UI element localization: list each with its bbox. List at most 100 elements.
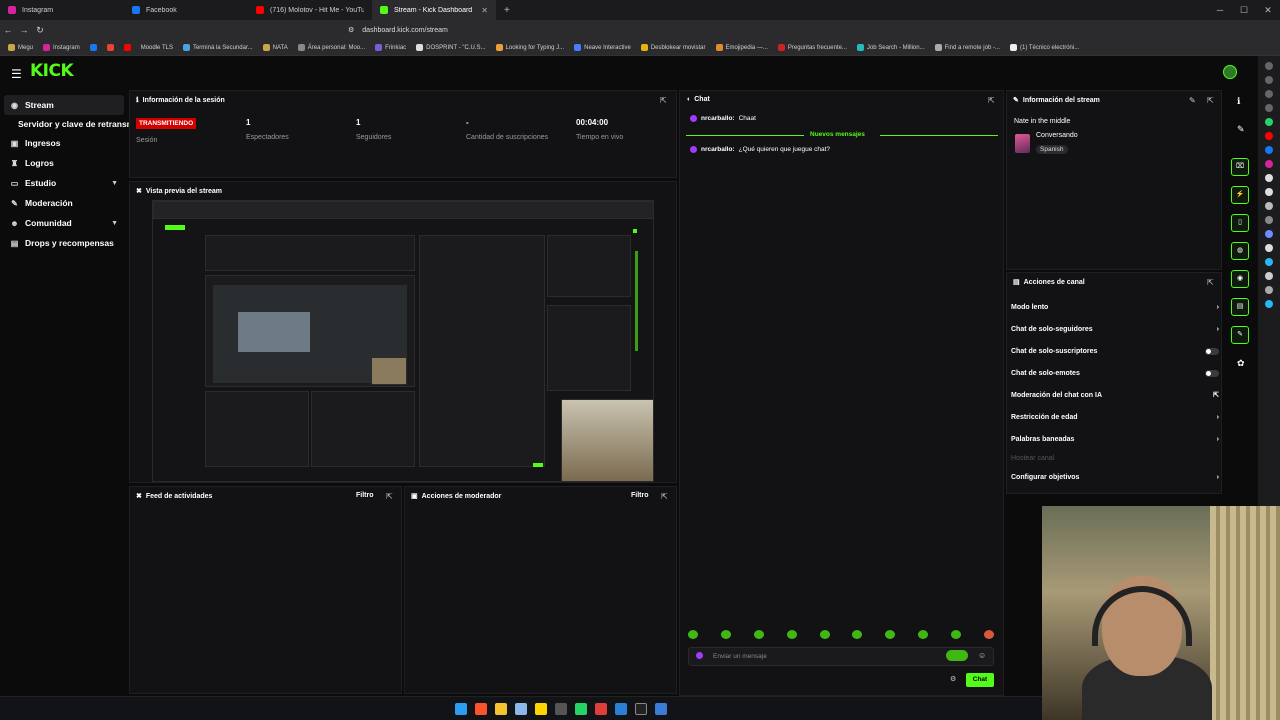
bookmark-item[interactable]: Preguntas frecuente...	[777, 44, 847, 51]
bookmark-item[interactable]: Job Search - Million...	[856, 44, 925, 51]
popout-icon[interactable]: ⇱	[386, 492, 393, 501]
pencil-icon[interactable]: ✎	[1237, 124, 1245, 135]
forward-icon[interactable]: →	[16, 25, 32, 35]
github-icon[interactable]	[1265, 174, 1273, 182]
bookmark-item[interactable]: Desblokear movistar	[640, 44, 706, 51]
app-icon[interactable]	[1265, 230, 1273, 238]
popout-icon[interactable]: ⇱	[660, 96, 667, 105]
close-window-button[interactable]: ✕	[1256, 0, 1280, 20]
bookmark-item[interactable]	[123, 44, 131, 51]
app-icon[interactable]	[1265, 272, 1273, 280]
kick-logo[interactable]: KICK	[30, 61, 74, 81]
close-tab-icon[interactable]: ✕	[481, 6, 488, 15]
emote-picker-icon[interactable]	[946, 650, 968, 661]
chat-settings-icon[interactable]: ⚙	[950, 675, 956, 683]
action-configure-goals[interactable]: Configurar objetivos ›	[1011, 470, 1219, 484]
file-explorer-icon[interactable]	[495, 702, 507, 715]
filter-button[interactable]: Filtro	[631, 492, 649, 499]
whatsapp-icon[interactable]	[1265, 118, 1273, 126]
app-icon[interactable]	[1265, 202, 1273, 210]
popout-icon[interactable]: ⇱	[1207, 96, 1214, 105]
bookmark-item[interactable]: Emojipedia —...	[715, 44, 768, 51]
emote-icon[interactable]	[885, 630, 896, 639]
action-banned-words[interactable]: Palabras baneadas ›	[1011, 432, 1219, 446]
app-icon[interactable]	[1265, 216, 1273, 224]
bookmark-item[interactable]: Terminá la Secundar...	[182, 44, 253, 51]
wrench-icon[interactable]: ✎	[1231, 326, 1249, 344]
message-icon[interactable]: ◍	[1231, 242, 1249, 260]
document-icon[interactable]: ▯	[1231, 214, 1249, 232]
bookmark-item[interactable]	[89, 44, 97, 51]
bookmark-item[interactable]: Área personal: Moo...	[297, 44, 365, 51]
youtube-icon[interactable]	[1265, 132, 1273, 140]
send-chat-button[interactable]: Chat	[966, 673, 994, 687]
settings-icon[interactable]: ✿	[1237, 358, 1245, 369]
sidebar-item-logros[interactable]: ♜ Logros	[4, 153, 124, 173]
menu-icon[interactable]	[1265, 62, 1273, 70]
browser-tab-kick[interactable]: Stream - Kick Dashboard ✕	[372, 0, 496, 20]
emote-icon[interactable]	[720, 630, 731, 639]
app-icon[interactable]	[1265, 286, 1273, 294]
emote-icon[interactable]	[786, 630, 797, 639]
bookmark-item[interactable]: Moodle TLS	[141, 45, 173, 51]
site-info-icon[interactable]: ⚙	[348, 26, 354, 34]
hamburger-menu-icon[interactable]: ☰	[11, 67, 22, 81]
back-icon[interactable]: ←	[0, 25, 16, 35]
app-icon[interactable]	[1265, 258, 1273, 266]
bookmark-item[interactable]: Neave Interactive	[574, 44, 631, 51]
sidebar-item-moderacion[interactable]: ✎ Moderación	[4, 193, 124, 213]
emoji-icon[interactable]: ☺	[978, 651, 986, 660]
sidebar-item-comunidad[interactable]: ☻ Comunidad ▼	[4, 213, 124, 233]
bookmark-item[interactable]: Frinkiac	[375, 44, 406, 51]
instagram-icon[interactable]	[1265, 160, 1273, 168]
emote-icon[interactable]	[918, 630, 929, 639]
sidebar-item-ingresos[interactable]: ▣ Ingresos	[4, 133, 124, 153]
popout-icon[interactable]: ⇱	[988, 96, 995, 105]
obs-icon[interactable]	[635, 702, 647, 715]
bookmark-item[interactable]: DOSPRINT - "C.U.S...	[416, 44, 486, 51]
calculator-icon[interactable]	[555, 702, 567, 715]
reading-list-icon[interactable]	[1265, 90, 1273, 98]
chat-icon[interactable]	[1265, 76, 1273, 84]
subscribers-only-toggle[interactable]	[1205, 347, 1219, 355]
action-followers-only[interactable]: Chat de solo-seguidores ›	[1011, 322, 1219, 336]
new-tab-button[interactable]: +	[496, 5, 518, 16]
bookmark-item[interactable]: Instagram	[43, 44, 80, 51]
recording-icon[interactable]	[655, 702, 667, 715]
user-avatar[interactable]	[1223, 65, 1237, 79]
popout-icon[interactable]: ⇱	[661, 492, 668, 501]
emote-icon[interactable]	[852, 630, 863, 639]
reload-icon[interactable]: ↻	[32, 25, 48, 36]
minimize-button[interactable]: ─	[1208, 0, 1232, 20]
brave-icon[interactable]	[475, 702, 487, 715]
vscode-icon[interactable]	[615, 702, 627, 715]
browser-tab-facebook[interactable]: Facebook	[124, 0, 248, 20]
popout-icon[interactable]: ⇱	[1207, 278, 1214, 287]
facebook-icon[interactable]	[1265, 146, 1273, 154]
broadcast-icon[interactable]: ◉	[1231, 270, 1249, 288]
bookmark-item[interactable]: Looking for Typing J...	[495, 44, 564, 51]
sidebar-item-stream[interactable]: ◉ Stream	[4, 95, 124, 115]
stream-category[interactable]: Conversando	[1036, 132, 1078, 139]
clip-icon[interactable]: ⌧	[1231, 158, 1249, 176]
info-icon[interactable]: ℹ	[1237, 96, 1240, 107]
app-icon[interactable]	[1265, 188, 1273, 196]
url-field[interactable]: ⚙ dashboard.kick.com/stream	[348, 22, 908, 38]
maximize-button[interactable]: ☐	[1232, 0, 1256, 20]
browser-tab-youtube[interactable]: (716) Molotov - Hit Me - YouTube	[248, 0, 372, 20]
emote-icon[interactable]	[951, 630, 961, 639]
action-slow-mode[interactable]: Modo lento ›	[1011, 300, 1219, 314]
bookmark-item[interactable]: NATA	[262, 44, 288, 51]
emote-icon[interactable]	[688, 630, 698, 639]
filter-button[interactable]: Filtro	[356, 492, 374, 499]
emotes-only-toggle[interactable]	[1205, 369, 1219, 377]
windows-start-icon[interactable]	[455, 702, 467, 715]
bookmark-item[interactable]: (1) Técnico electróni...	[1009, 44, 1079, 51]
bookmark-item[interactable]: Find a remote job -...	[934, 44, 1000, 51]
action-ai-moderation[interactable]: Moderación del chat con IA ⇱	[1011, 388, 1219, 402]
browser-tab-instagram[interactable]: Instagram	[0, 0, 124, 20]
list-icon[interactable]: ▤	[1231, 298, 1249, 316]
app-icon[interactable]	[1265, 244, 1273, 252]
opera-gx-icon[interactable]	[595, 702, 607, 715]
emote-icon[interactable]	[819, 630, 830, 639]
